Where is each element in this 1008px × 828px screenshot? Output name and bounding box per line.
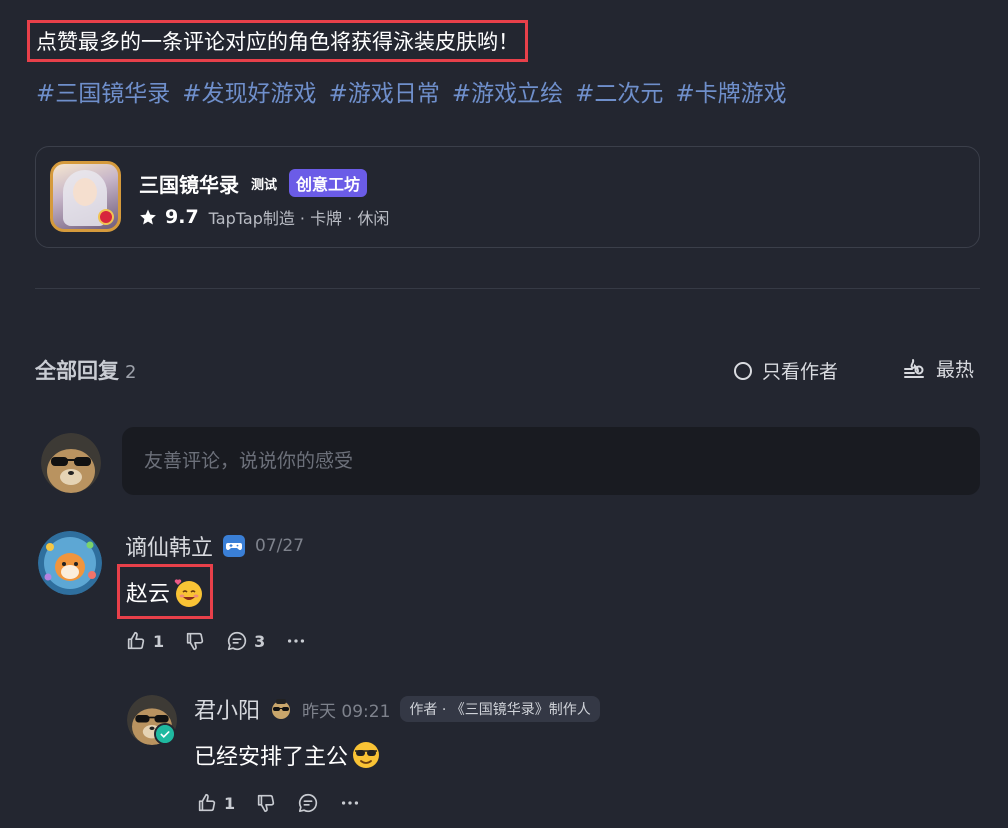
more-button[interactable] <box>339 792 361 814</box>
thumbs-down-icon <box>186 632 204 651</box>
reply-count: 3 <box>254 631 266 651</box>
comment-bubble-icon <box>299 793 318 813</box>
tag-link[interactable]: #卡牌游戏 <box>675 74 786 108</box>
reply-body: 已经安排了主公 <box>194 738 382 772</box>
comment-text: 赵云 <box>126 581 171 607</box>
reply-text: 已经安排了主公 <box>194 745 349 770</box>
avatar[interactable] <box>38 531 102 595</box>
game-rating: 9.7 <box>165 206 199 228</box>
dislike-button[interactable] <box>184 630 206 652</box>
comment-actions: 1 3 <box>125 628 307 654</box>
post-headline-text: 点赞最多的一条评论对应的角色将获得泳装皮肤哟！ <box>36 30 519 54</box>
comment-username[interactable]: 谪仙韩立 <box>125 530 213 562</box>
reply-button[interactable] <box>297 792 319 814</box>
verified-check-icon <box>154 723 176 745</box>
tag-link[interactable]: #发现好游戏 <box>182 74 316 108</box>
author-only-toggle[interactable]: 只看作者 <box>734 357 838 384</box>
more-dots-icon <box>342 801 359 805</box>
tag-link[interactable]: #三国镜华录 <box>36 74 170 108</box>
game-meta: TapTap制造 · 卡牌 · 休闲 <box>208 209 390 228</box>
comment-date: 07/27 <box>255 536 305 556</box>
comment-input[interactable] <box>122 427 980 495</box>
star-icon <box>140 209 156 225</box>
reply-button[interactable]: 3 <box>226 630 265 652</box>
tag-list: #三国镜华录 #发现好游戏 #游戏日常 #游戏立绘 #二次元 #卡牌游戏 <box>36 74 787 108</box>
sort-hot-label: 最热 <box>936 359 975 381</box>
game-title-row: 三国镜华录 测试 创意工坊 <box>139 169 368 198</box>
flame-sort-icon <box>904 358 924 378</box>
like-count: 1 <box>224 793 236 813</box>
thumbs-down-icon <box>257 794 275 813</box>
like-count: 1 <box>153 631 165 651</box>
like-button[interactable]: 1 <box>196 792 235 814</box>
test-badge: 测试 <box>251 177 278 193</box>
thumbs-up-icon <box>198 793 216 812</box>
game-icon[interactable] <box>50 161 121 232</box>
divider <box>35 288 980 289</box>
tag-link[interactable]: #游戏日常 <box>329 74 440 108</box>
replies-title-label: 全部回复 <box>35 359 119 383</box>
comment-header: 谪仙韩立 07/27 <box>125 531 304 561</box>
replies-count: 2 <box>125 362 137 383</box>
blushing-heart-emoji <box>174 578 203 607</box>
avatar[interactable] <box>41 433 101 493</box>
thumbs-up-icon <box>127 631 145 650</box>
tag-link[interactable]: #游戏立绘 <box>452 74 563 108</box>
more-button[interactable] <box>285 630 307 652</box>
reply-actions: 1 <box>196 790 361 816</box>
comment-body: 赵云 <box>117 564 214 619</box>
game-card[interactable]: 三国镜华录 测试 创意工坊 9.7 TapTap制造 · 卡牌 · 休闲 <box>35 146 980 248</box>
radio-circle-icon <box>734 361 752 380</box>
sort-hot-button[interactable]: 最热 <box>902 355 974 382</box>
comment-bubble-icon <box>228 631 247 651</box>
pug-sunglasses-icon <box>272 699 291 719</box>
game-name[interactable]: 三国镜华录 <box>139 169 239 198</box>
more-dots-icon <box>288 639 305 643</box>
post-headline: 点赞最多的一条评论对应的角色将获得泳装皮肤哟！ <box>27 20 528 62</box>
reply-header: 君小阳 昨天 09:21 作者 · 《三国镜华录》制作人 <box>194 694 600 724</box>
sunglasses-emoji <box>353 742 380 768</box>
replies-title: 全部回复 2 <box>35 355 136 385</box>
like-button[interactable]: 1 <box>125 630 164 652</box>
reply-username[interactable]: 君小阳 <box>194 693 260 725</box>
game-meta-row: 9.7 TapTap制造 · 卡牌 · 休闲 <box>139 205 389 229</box>
author-tag: 作者 · 《三国镜华录》制作人 <box>400 696 600 722</box>
workshop-badge: 创意工坊 <box>289 169 368 197</box>
tag-link[interactable]: #二次元 <box>575 74 663 108</box>
gamepad-icon <box>223 535 246 557</box>
dislike-button[interactable] <box>255 792 277 814</box>
reply-date: 昨天 09:21 <box>302 701 391 722</box>
author-only-label: 只看作者 <box>762 361 839 383</box>
